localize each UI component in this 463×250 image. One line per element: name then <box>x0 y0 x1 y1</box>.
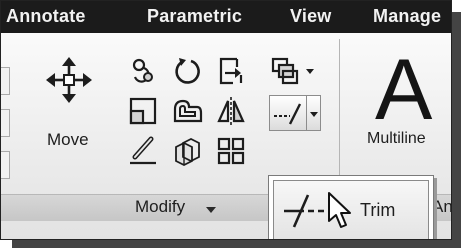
draw-order-icon <box>271 57 299 85</box>
explode-button[interactable] <box>213 53 249 89</box>
left-stub-control[interactable] <box>1 109 10 137</box>
copy-3d-button[interactable] <box>169 133 205 169</box>
offset-icon <box>173 99 203 123</box>
erase-button[interactable] <box>125 133 161 169</box>
trim-extend-dropdown[interactable] <box>307 95 321 131</box>
ribbon-body: Move A Multiline Modify An Trim <box>1 33 451 239</box>
chevron-down-icon <box>310 112 318 117</box>
text-a-icon: A <box>375 42 433 138</box>
rotate-copy-button[interactable] <box>125 53 161 89</box>
annotation-panel-label[interactable]: An <box>432 197 451 217</box>
tab-manage[interactable]: Manage <box>373 6 441 27</box>
tab-parametric[interactable]: Parametric <box>147 6 242 27</box>
ribbon-tab-bar: Annotate Parametric View Manage <box>1 1 451 33</box>
chevron-down-icon <box>306 69 314 74</box>
left-stub-control[interactable] <box>1 151 10 179</box>
rotate-copy-icon <box>132 58 153 83</box>
array-icon <box>217 137 245 165</box>
trim-extend-button[interactable] <box>269 95 307 131</box>
array-button[interactable] <box>213 133 249 169</box>
trim-icon <box>274 103 302 125</box>
trim-label: Trim <box>360 200 396 220</box>
tab-annotate[interactable]: Annotate <box>6 6 86 27</box>
move-label: Move <box>47 130 89 149</box>
draw-order-dropdown[interactable] <box>303 53 317 89</box>
chevron-down-icon[interactable] <box>204 204 218 216</box>
application-ribbon: Annotate Parametric View Manage Move A M… <box>0 0 452 240</box>
rotate-icon <box>175 58 200 84</box>
explode-icon <box>219 57 243 85</box>
offset-button[interactable] <box>169 93 205 129</box>
erase-icon <box>130 136 156 165</box>
move-button[interactable] <box>41 53 97 113</box>
multiline-label: Multiline <box>367 130 426 147</box>
panel-separator <box>339 39 340 191</box>
scale-button[interactable] <box>125 93 161 129</box>
left-stub-control[interactable] <box>1 67 10 95</box>
mirror-icon <box>217 97 245 125</box>
scale-icon <box>129 97 157 125</box>
multiline-text-button[interactable]: A Multiline <box>367 42 451 157</box>
draw-order-button[interactable] <box>267 53 303 89</box>
move-icon <box>46 57 92 103</box>
rotate-button[interactable] <box>169 53 205 89</box>
copy-3d-icon <box>175 137 200 167</box>
tab-view[interactable]: View <box>290 6 332 27</box>
left-panel-stub <box>1 67 10 191</box>
modify-panel-label[interactable]: Modify <box>135 197 185 217</box>
mirror-button[interactable] <box>213 93 249 129</box>
mouse-pointer-icon <box>328 192 351 228</box>
